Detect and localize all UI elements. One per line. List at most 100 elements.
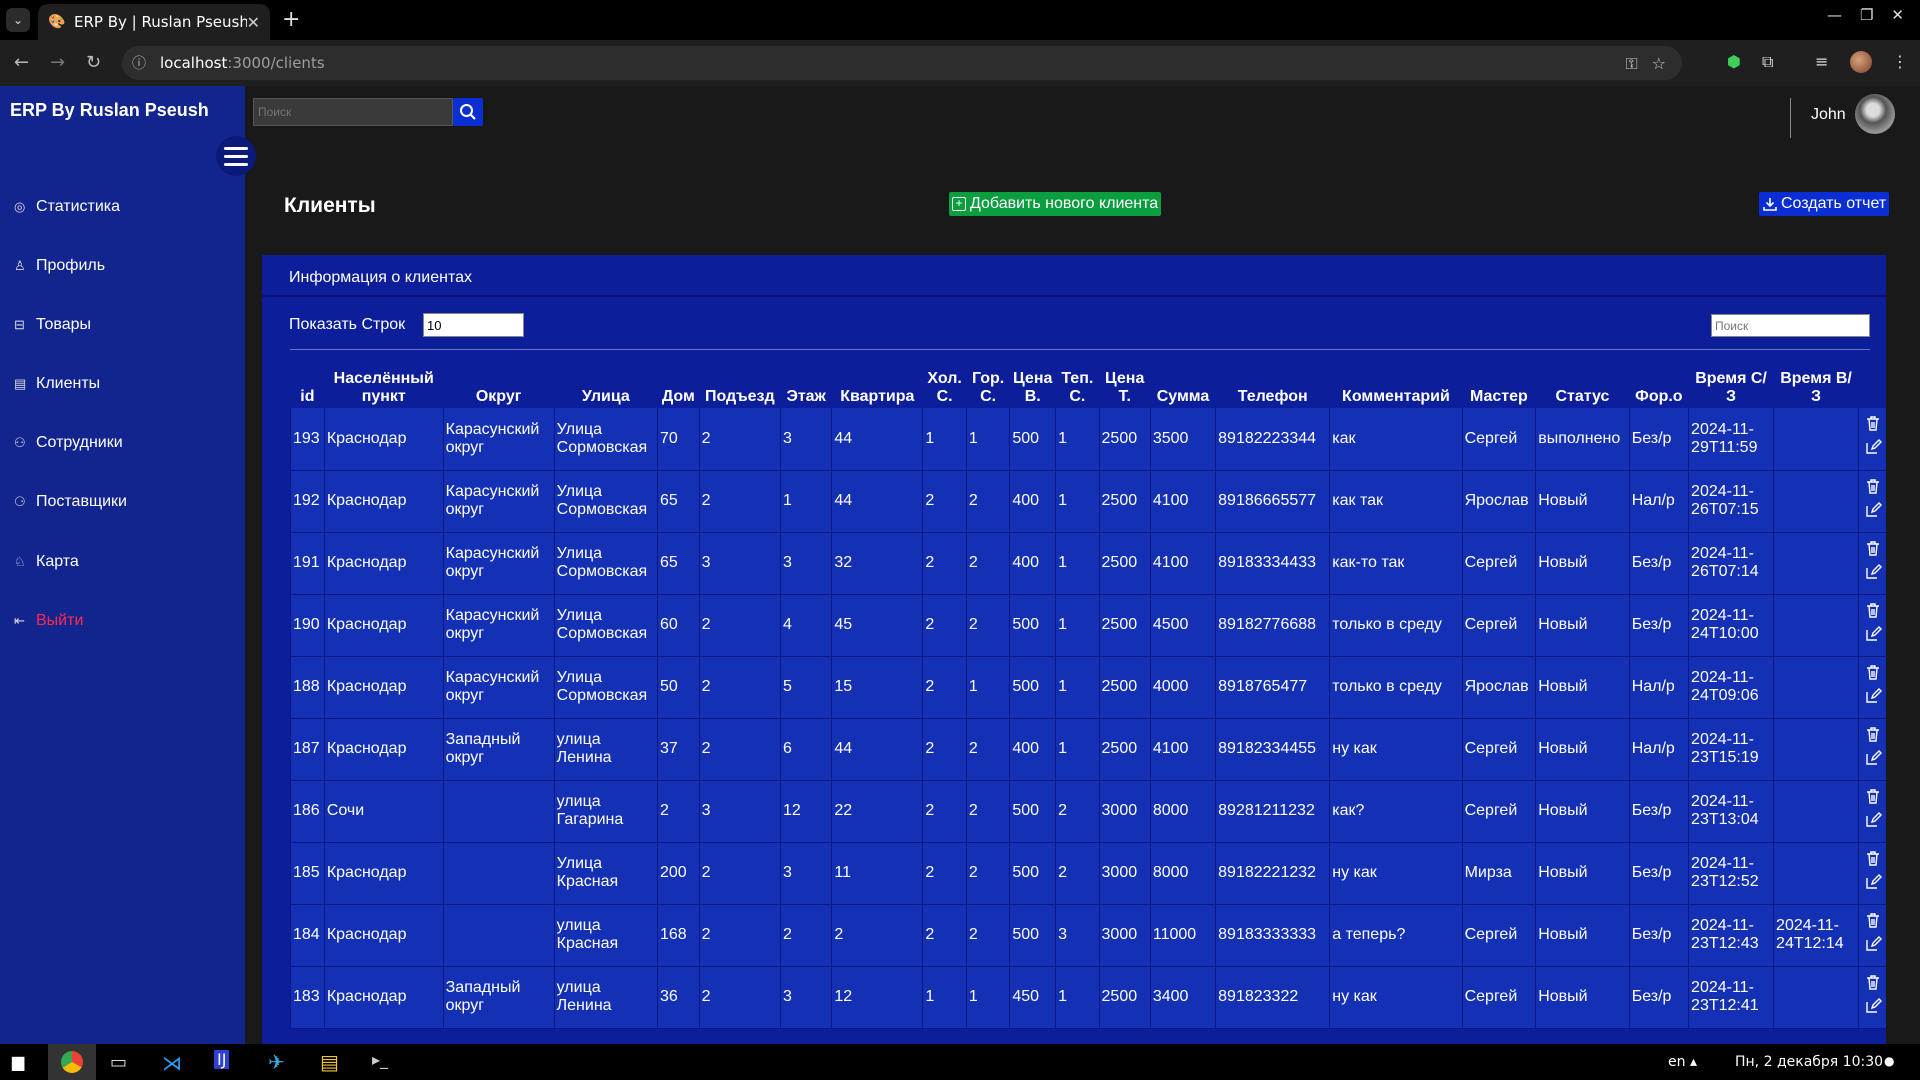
edit-icon[interactable]: [1864, 811, 1882, 829]
back-icon[interactable]: ←: [14, 52, 29, 73]
column-header[interactable]: Мастер: [1462, 351, 1536, 408]
avatar[interactable]: [1855, 94, 1895, 134]
global-search-input[interactable]: [253, 98, 453, 126]
hamburger-menu-icon[interactable]: [216, 136, 256, 176]
column-header[interactable]: Гор. С.: [966, 351, 1009, 408]
table-row[interactable]: 191 Краснодар Карасунский округ Улица Сормо…: [290, 532, 1886, 595]
tab-search-dropdown[interactable]: ⌄: [6, 8, 30, 32]
column-header[interactable]: Дом: [658, 351, 700, 408]
site-info-icon[interactable]: ⓘ: [132, 53, 146, 73]
notes-icon[interactable]: ▤: [320, 1050, 339, 1074]
sidebar-item-clients[interactable]: ▤ Клиенты: [14, 375, 100, 393]
minimize-icon[interactable]: —: [1827, 6, 1842, 24]
clock[interactable]: Пн, 2 декабря 10:30: [1735, 1054, 1883, 1070]
extensions-puzzle-icon[interactable]: ⧉: [1762, 52, 1773, 72]
user-name[interactable]: John: [1811, 106, 1846, 124]
sidebar-item-products[interactable]: ⊟ Товары: [14, 316, 91, 334]
column-header[interactable]: Время В/З: [1774, 351, 1859, 408]
delete-icon[interactable]: [1864, 539, 1882, 557]
edit-icon[interactable]: [1864, 501, 1882, 519]
new-tab-button[interactable]: +: [282, 8, 300, 32]
column-header[interactable]: Время С/З: [1689, 351, 1774, 408]
browser-tab-active[interactable]: 🎨 ERP By | Ruslan Pseush ✕: [38, 4, 270, 40]
edit-icon[interactable]: [1864, 625, 1882, 643]
delete-icon[interactable]: [1864, 973, 1882, 991]
bookmark-star-icon[interactable]: ☆: [1652, 54, 1666, 74]
table-row[interactable]: 190 Краснодар Карасунский округ Улица Сормо…: [290, 594, 1886, 657]
profile-avatar-icon[interactable]: [1850, 51, 1872, 73]
sidebar-item-suppliers[interactable]: ⚆ Поставщики: [14, 493, 127, 511]
column-header[interactable]: Населённый пункт: [324, 351, 443, 408]
sidebar-item-profile[interactable]: ♙ Профиль: [14, 257, 105, 275]
column-header[interactable]: Цена В.: [1010, 351, 1056, 408]
column-header[interactable]: Цена Т.: [1099, 351, 1150, 408]
table-row[interactable]: 192 Краснодар Карасунский округ Улица Сормо…: [290, 470, 1886, 533]
column-header[interactable]: Комментарий: [1330, 351, 1462, 408]
column-header[interactable]: Округ: [443, 351, 554, 408]
table-row[interactable]: 185 Краснодар Улица Красная 200 2 3 11 2 2 500 2 30…: [290, 842, 1886, 905]
vscode-icon[interactable]: ⋊: [162, 1051, 182, 1075]
media-control-icon[interactable]: ≡: [1815, 52, 1828, 71]
files-icon[interactable]: ▭: [110, 1052, 127, 1073]
column-header[interactable]: Теп. С.: [1056, 351, 1099, 408]
taskbar-chrome-icon[interactable]: [48, 1044, 96, 1080]
table-row[interactable]: 188 Краснодар Карасунский округ Улица Сормо…: [290, 656, 1886, 719]
edit-icon[interactable]: [1864, 687, 1882, 705]
column-header[interactable]: Улица: [554, 351, 657, 408]
table-row[interactable]: 183 Краснодар Западный округ улица Ленина 36…: [290, 966, 1886, 1029]
delete-icon[interactable]: [1864, 601, 1882, 619]
column-header[interactable]: Фор.о: [1629, 351, 1688, 408]
table-row[interactable]: 184 Краснодар улица Красная 168 2 2 2 2 2 500 3 300…: [290, 904, 1886, 967]
edit-icon[interactable]: [1864, 997, 1882, 1015]
forward-icon[interactable]: →: [50, 52, 65, 73]
add-client-button[interactable]: + Добавить нового клиента: [949, 192, 1162, 216]
rows-per-page-input[interactable]: [423, 313, 524, 337]
delete-icon[interactable]: [1864, 849, 1882, 867]
extension-icon[interactable]: ⬢: [1727, 52, 1741, 71]
key-icon[interactable]: ⚿: [1625, 54, 1637, 74]
reload-icon[interactable]: ↻: [86, 52, 101, 73]
column-header[interactable]: Хол. С.: [923, 351, 967, 408]
delete-icon[interactable]: [1864, 911, 1882, 929]
edit-icon[interactable]: [1864, 749, 1882, 767]
column-header[interactable]: Квартира: [832, 351, 923, 408]
sidebar-item-employees[interactable]: ⚇ Сотрудники: [14, 434, 123, 452]
column-header[interactable]: Телефон: [1216, 351, 1330, 408]
column-header[interactable]: Статус: [1536, 351, 1629, 408]
edit-icon[interactable]: [1864, 563, 1882, 581]
column-header[interactable]: Этаж: [781, 351, 832, 408]
telegram-icon[interactable]: ✈: [268, 1050, 285, 1074]
table-cell: 1: [779, 470, 832, 533]
restore-icon[interactable]: ❐: [1860, 6, 1873, 24]
delete-icon[interactable]: [1864, 725, 1882, 743]
column-header[interactable]: Сумма: [1150, 351, 1215, 408]
delete-icon[interactable]: [1864, 663, 1882, 681]
terminal-icon[interactable]: ▸_: [372, 1050, 388, 1069]
close-window-icon[interactable]: ✕: [1891, 6, 1904, 24]
table-row[interactable]: 193 Краснодар Карасунский округ Улица Сормо…: [290, 408, 1886, 471]
column-header[interactable]: id: [291, 351, 325, 408]
language-indicator[interactable]: en ▴: [1668, 1054, 1697, 1070]
delete-icon[interactable]: [1864, 787, 1882, 805]
sidebar-item-map[interactable]: ♘ Карта: [14, 553, 79, 571]
search-button[interactable]: [453, 98, 483, 126]
intellij-icon[interactable]: IJ: [214, 1050, 230, 1069]
table-cell: 44: [831, 470, 923, 533]
close-tab-icon[interactable]: ✕: [247, 13, 260, 32]
sidebar-item-logout[interactable]: ⇤ Выйти: [14, 612, 83, 630]
table-search-input[interactable]: [1711, 314, 1870, 337]
table-row[interactable]: 186 Сочи улица Гагарина 2 3 12 22 2 2 500 2 3000 800…: [290, 780, 1886, 843]
edit-icon[interactable]: [1864, 438, 1882, 456]
edit-icon[interactable]: [1864, 873, 1882, 891]
edit-icon[interactable]: [1864, 935, 1882, 953]
table-row[interactable]: 187 Краснодар Западный округ улица Ленина 37…: [290, 718, 1886, 781]
notification-dot-icon[interactable]: ●: [1884, 1054, 1894, 1068]
column-header[interactable]: Подъезд: [699, 351, 780, 408]
start-menu-icon[interactable]: ▆: [12, 1052, 24, 1071]
sidebar-item-statistics[interactable]: ◎ Статистика: [14, 198, 120, 216]
create-report-button[interactable]: Создать отчет: [1759, 192, 1890, 216]
browser-menu-icon[interactable]: ⋮: [1892, 52, 1908, 71]
delete-icon[interactable]: [1864, 414, 1882, 432]
delete-icon[interactable]: [1864, 477, 1882, 495]
address-bar[interactable]: ⓘ localhost:3000/clients ⚿ ☆: [122, 46, 1682, 80]
